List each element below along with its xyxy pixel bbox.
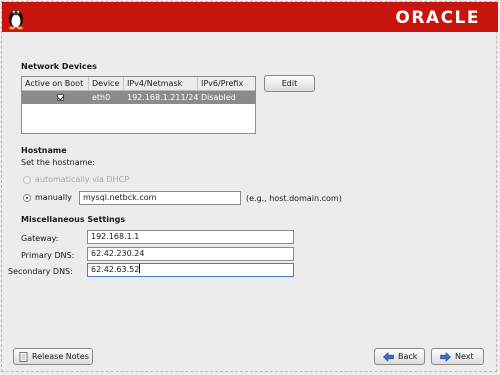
tux-penguin-icon	[9, 10, 23, 30]
next-button[interactable]: Next	[431, 348, 484, 365]
misc-settings-title: Miscellaneous Settings	[21, 215, 126, 224]
release-notes-button[interactable]: Release Notes	[13, 348, 93, 365]
text-caret	[139, 264, 141, 273]
gateway-input[interactable]: 192.168.1.1	[87, 230, 294, 244]
column-header-ipv6[interactable]: IPv6/Prefix	[198, 77, 256, 90]
column-header-ipv4[interactable]: IPv4/Netmask	[124, 77, 198, 90]
hostname-example: (e.g., host.domain.com)	[246, 194, 342, 203]
column-header-device[interactable]: Device	[89, 77, 124, 90]
release-notes-label: Release Notes	[32, 352, 89, 361]
manual-radio-label: manually	[35, 193, 72, 202]
table-header: Active on Boot Device IPv4/Netmask IPv6/…	[22, 77, 255, 91]
table-row[interactable]: eth0 192.168.1.211/24 Disabled	[22, 91, 255, 104]
network-devices-table[interactable]: Active on Boot Device IPv4/Netmask IPv6/…	[21, 76, 256, 134]
next-button-label: Next	[455, 352, 474, 361]
checkmark-icon	[57, 93, 65, 101]
network-devices-title: Network Devices	[21, 62, 97, 71]
back-button[interactable]: Back	[374, 348, 425, 365]
next-arrow-icon	[440, 352, 451, 362]
hostname-input[interactable]: mysql.netbck.com	[79, 191, 241, 205]
edit-button[interactable]: Edit	[264, 75, 315, 92]
active-on-boot-checkbox[interactable]	[57, 93, 65, 101]
primary-dns-label: Primary DNS:	[21, 251, 75, 260]
notes-icon	[19, 352, 28, 362]
ipv6-cell: Disabled	[201, 93, 236, 102]
oracle-logo: ORACLE	[395, 8, 480, 28]
column-header-active-on-boot[interactable]: Active on Boot	[22, 77, 89, 90]
manual-radio[interactable]	[23, 194, 31, 202]
installer-window-frame	[1, 1, 497, 372]
dhcp-radio-label: automatically via DHCP	[35, 175, 130, 184]
secondary-dns-label: Secondary DNS:	[8, 267, 73, 276]
hostname-prompt: Set the hostname:	[21, 158, 96, 167]
secondary-dns-value: 62.42.63.52	[91, 265, 140, 274]
edit-button-label: Edit	[281, 79, 298, 88]
device-cell: eth0	[92, 93, 111, 102]
secondary-dns-input[interactable]: 62.42.63.52	[87, 263, 294, 277]
dhcp-radio[interactable]	[23, 176, 31, 184]
gateway-label: Gateway:	[21, 234, 59, 243]
back-arrow-icon	[383, 352, 394, 362]
ipv4-cell: 192.168.1.211/24	[127, 93, 198, 102]
header-banner: ORACLE	[2, 2, 498, 32]
back-button-label: Back	[398, 352, 418, 361]
primary-dns-input[interactable]: 62.42.230.24	[87, 247, 294, 261]
hostname-title: Hostname	[21, 146, 67, 155]
